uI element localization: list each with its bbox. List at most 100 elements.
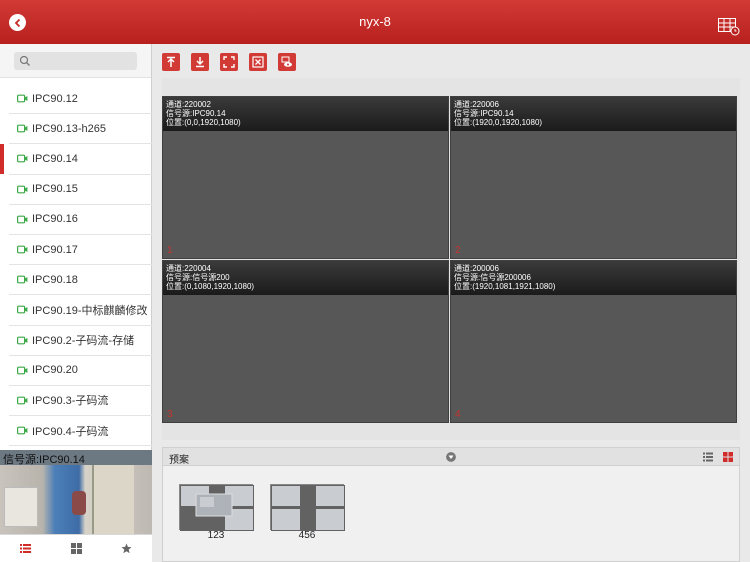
preset-label-2: 456 [298,530,316,541]
device-sidebar: IPC90.12 IPC90.13-h265 IPC90.14 IPC90.15 IPC… [0,44,152,562]
close-screen-icon [252,56,264,68]
screen-source: 信号源:信号源200006 [454,273,531,282]
search-box [14,52,137,72]
preset-panel: 预案 123 456 [162,447,740,562]
device-name: IPC90.19-中标麒麟修改 [32,304,148,317]
device-name: IPC90.14 [32,152,78,165]
fullscreen-icon [223,56,235,68]
device-list-item[interactable]: IPC90.14 [0,144,152,175]
camera-icon [17,124,28,133]
device-name: IPC90.15 [32,183,78,196]
preset-header: 预案 [163,448,739,466]
device-name: IPC90.12 [32,92,78,105]
preset-card-1[interactable] [179,484,254,531]
download-button[interactable] [191,53,209,71]
search-input[interactable] [14,53,137,72]
search-bar [0,44,151,78]
device-name: IPC90.20 [32,364,78,377]
list-view-icon[interactable] [703,452,713,462]
device-list: IPC90.12 IPC90.13-h265 IPC90.14 IPC90.15 IPC… [0,84,152,446]
preset-title: 预案 [169,455,189,466]
camera-icon [17,426,28,435]
screen-number: 3 [167,409,173,420]
camera-icon [17,275,28,284]
screen-channel: 通道:200006 [454,264,499,273]
tab-list[interactable] [0,535,51,562]
device-list-item[interactable]: IPC90.20 [9,356,152,386]
device-list-item[interactable]: IPC90.19-中标麒麟修改 [9,295,152,326]
device-list-item[interactable]: IPC90.2-子码流-存储 [9,326,152,356]
grid-icon [70,543,82,554]
screen-info: 通道:220002 信号源:IPC90.14 位置:(0,0,1920,1080) [163,97,448,131]
device-list-item[interactable]: IPC90.4-子码流 [9,416,152,446]
device-list-item[interactable]: IPC90.15 [9,175,152,205]
screen-number: 2 [455,245,461,256]
monitor-view-button[interactable] [278,53,296,71]
screen-source: 信号源:IPC90.14 [166,109,226,118]
screen-position: 位置:(0,1080,1920,1080) [166,282,255,291]
camera-icon [17,366,28,375]
list-icon [19,544,31,553]
camera-icon [17,245,28,254]
screen-position: 位置:(1920,0,1920,1080) [454,118,543,127]
screen-info: 通道:220006 信号源:IPC90.14 位置:(1920,0,1920,108… [451,97,736,131]
close-screen-button[interactable] [249,53,267,71]
screen-position: 位置:(1920,1081,1921,1080) [454,282,556,291]
device-name: IPC90.3-子码流 [32,395,109,408]
wall-screen-3[interactable]: 通道:220004 信号源:信号源200 位置:(0,1080,1920,1080)… [162,260,449,423]
collapse-icon[interactable] [446,452,456,462]
preset-label-1: 123 [207,530,225,541]
screen-source: 信号源:IPC90.14 [454,109,514,118]
screen-info: 通道:220004 信号源:信号源200 位置:(0,1080,1920,1080) [163,261,448,295]
screen-position: 位置:(0,0,1920,1080) [166,118,241,127]
bottom-tab-bar [0,534,152,562]
device-list-item[interactable]: IPC90.16 [9,205,152,235]
screen-source: 信号源:信号源200 [166,273,230,282]
tab-favorites[interactable] [101,535,152,562]
fullscreen-button[interactable] [220,53,238,71]
wall-layout-icon[interactable] [718,18,740,36]
preset-card-2[interactable] [270,484,345,531]
screen-info: 通道:200006 信号源:信号源200006 位置:(1920,1081,1921… [451,261,736,295]
device-name: IPC90.18 [32,273,78,286]
page-title: nyx-8 [359,14,391,29]
camera-icon [17,215,28,224]
device-name: IPC90.4-子码流 [32,425,109,438]
camera-icon [17,306,28,314]
screen-number: 4 [455,409,461,420]
search-icon [19,55,30,66]
upload-icon [167,56,175,67]
source-preview[interactable]: 信号源:IPC90.14 [0,450,152,534]
camera-icon [17,185,28,194]
camera-icon [17,155,28,163]
screen-channel: 通道:220004 [166,264,211,273]
preset-thumbnail [271,485,345,531]
device-name: IPC90.17 [32,243,78,256]
device-list-item[interactable]: IPC90.3-子码流 [9,386,152,417]
camera-icon [17,396,28,405]
device-name: IPC90.2-子码流-存储 [32,335,135,348]
preset-thumbnail [180,485,254,531]
download-icon [196,57,204,68]
top-bar: nyx-8 [0,0,750,44]
upload-button[interactable] [162,53,180,71]
device-name: IPC90.16 [32,213,78,226]
wall-screen-1[interactable]: 通道:220002 信号源:IPC90.14 位置:(0,0,1920,1080) 1 [162,96,449,259]
grid-view-icon[interactable] [723,452,733,462]
video-wall: 通道:220002 信号源:IPC90.14 位置:(0,0,1920,1080) 1… [162,78,740,440]
star-icon [121,543,132,554]
device-list-item[interactable]: IPC90.13-h265 [9,114,152,145]
tab-grid[interactable] [51,535,102,562]
device-list-item[interactable]: IPC90.17 [9,235,152,266]
wall-toolbar [162,53,296,71]
preview-video [0,465,152,534]
wall-screen-2[interactable]: 通道:220006 信号源:IPC90.14 位置:(1920,0,1920,108… [450,96,737,259]
device-list-item[interactable]: IPC90.12 [9,84,152,115]
screen-channel: 通道:220002 [166,100,211,109]
camera-icon [17,94,28,103]
screen-number: 1 [167,245,173,256]
monitor-eye-icon [281,56,292,67]
preview-source-label: 信号源:IPC90.14 [3,454,85,466]
device-list-item[interactable]: IPC90.18 [9,265,152,296]
wall-screen-4[interactable]: 通道:200006 信号源:信号源200006 位置:(1920,1081,1921… [450,260,737,423]
